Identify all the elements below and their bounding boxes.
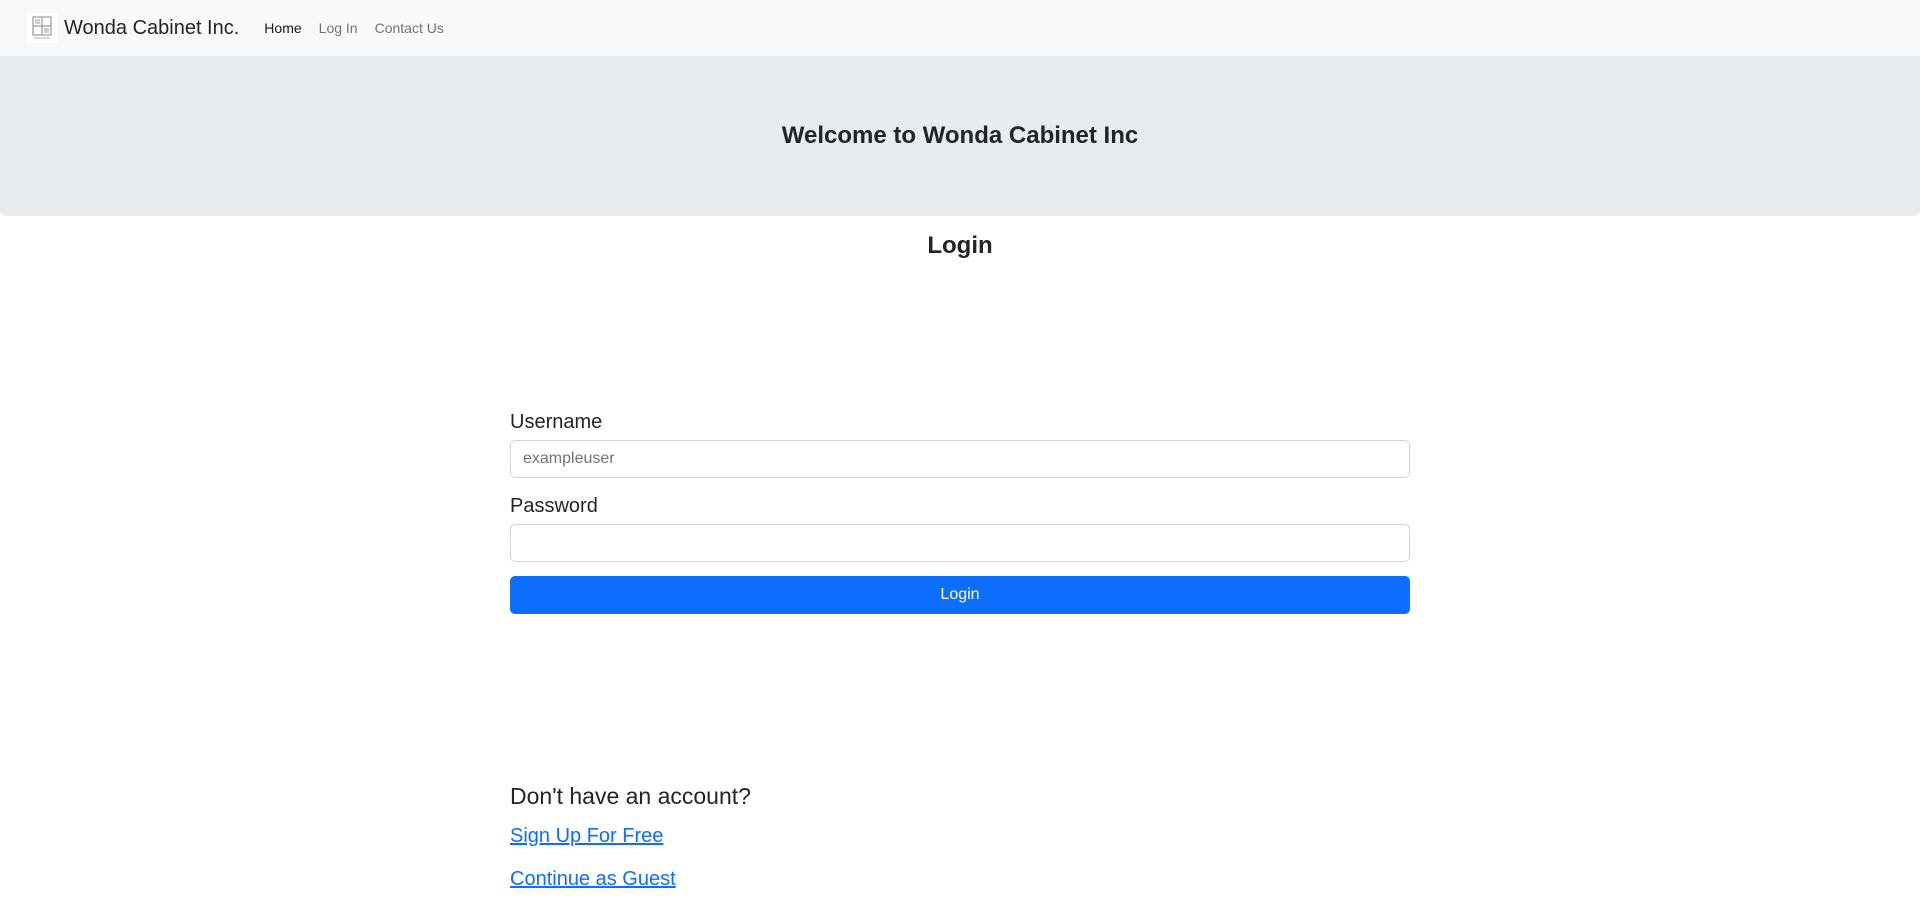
login-button[interactable]: Login	[510, 576, 1410, 614]
username-label: Username	[510, 411, 603, 433]
signup-link[interactable]: Sign Up For Free	[510, 818, 1410, 861]
login-form: Username Password Login	[510, 408, 1410, 614]
nav-link-contact[interactable]: Contact Us	[375, 20, 444, 36]
navbar: Wonda Cabinet Inc. Home Log In Contact U…	[0, 0, 1920, 56]
username-input[interactable]	[510, 440, 1410, 478]
brand-link[interactable]: Wonda Cabinet Inc.	[27, 13, 239, 43]
hero-banner: Welcome to Wonda Cabinet Inc	[0, 56, 1920, 216]
account-section: Don't have an account? Sign Up For Free …	[510, 780, 1410, 904]
nav-links: Home Log In Contact Us	[264, 20, 461, 36]
account-question: Don't have an account?	[510, 783, 751, 809]
password-label: Password	[510, 495, 598, 517]
hero-title: Welcome to Wonda Cabinet Inc	[781, 122, 1139, 149]
login-title: Login	[927, 232, 993, 259]
password-input[interactable]	[510, 524, 1410, 562]
cabinet-logo-icon	[27, 13, 57, 43]
brand-name: Wonda Cabinet Inc.	[64, 16, 240, 39]
nav-link-login[interactable]: Log In	[319, 20, 358, 36]
guest-link[interactable]: Continue as Guest	[510, 861, 1410, 904]
nav-link-home[interactable]: Home	[264, 20, 301, 36]
